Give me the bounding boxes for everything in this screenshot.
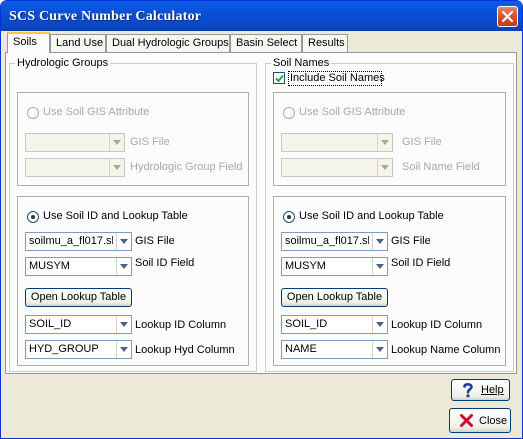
radio-label: Use Soil ID and Lookup Table [299, 210, 444, 222]
group-title: Soil Names [271, 57, 332, 70]
tab-dual-hydrologic-groups[interactable]: Dual Hydrologic Groups [106, 34, 230, 52]
use-soil-gis-attribute-radio[interactable] [27, 107, 39, 119]
chevron-down-icon [372, 233, 387, 250]
soil-name-field-dropdown[interactable] [281, 158, 393, 177]
help-button[interactable]: Help [451, 379, 510, 401]
chevron-down-icon [116, 341, 131, 358]
soil-id-field-dropdown[interactable]: MUSYM [281, 257, 388, 276]
soil-gis-attribute-box: Use Soil GIS Attribute GIS File Hydrolog… [17, 92, 249, 186]
field-label: Lookup Name Column [391, 344, 501, 356]
field-label: Soil ID Field [391, 257, 451, 269]
dialog-window: SCS Curve Number Calculator Soils Land U… [0, 0, 523, 439]
use-soil-gis-attribute-radio[interactable] [283, 107, 295, 119]
chevron-down-icon [116, 233, 131, 250]
gis-file-dropdown[interactable]: soilmu_a_fl017.shp [281, 232, 388, 251]
tab-label: Dual Hydrologic Groups [112, 37, 229, 49]
chevron-down-icon [372, 341, 387, 358]
dropdown-value: HYD_GROUP [29, 343, 99, 355]
dropdown-value: SOIL_ID [29, 318, 72, 330]
hydrologic-groups-group: Hydrologic Groups Use Soil GIS Attribute… [9, 57, 257, 372]
chevron-down-icon [116, 258, 131, 275]
field-label: Lookup ID Column [135, 319, 227, 331]
title-bar[interactable]: SCS Curve Number Calculator [1, 1, 522, 31]
chevron-down-icon [109, 159, 124, 176]
field-label: GIS File [391, 235, 431, 247]
window-title: SCS Curve Number Calculator [9, 9, 202, 24]
lookup-id-column-dropdown[interactable]: SOIL_ID [25, 315, 132, 334]
dropdown-value: SOIL_ID [285, 318, 328, 330]
field-label: GIS File [402, 136, 442, 148]
gis-file-dropdown[interactable]: soilmu_a_fl017.shp [25, 232, 132, 251]
soil-lookup-table-box: Use Soil ID and Lookup Table soilmu_a_fl… [273, 196, 506, 366]
tab-label: Soils [13, 36, 37, 48]
tab-soils[interactable]: Soils [7, 32, 50, 53]
close-icon [502, 11, 513, 22]
tab-results[interactable]: Results [302, 34, 348, 52]
window-close-button[interactable] [497, 6, 518, 27]
soil-gis-attribute-box: Use Soil GIS Attribute GIS File Soil Nam… [273, 92, 506, 186]
tab-land-use[interactable]: Land Use [50, 34, 106, 52]
hydrologic-group-field-dropdown[interactable] [25, 158, 125, 177]
soils-tab-panel: Hydrologic Groups Use Soil GIS Attribute… [5, 52, 517, 374]
button-label: Open Lookup Table [30, 291, 127, 303]
gis-file-dropdown[interactable] [281, 133, 393, 152]
tab-basin-select[interactable]: Basin Select [230, 34, 302, 52]
soil-names-group: Soil Names Include Soil Names Use Soil G… [265, 57, 514, 372]
close-button[interactable]: Close [449, 408, 511, 433]
button-label: Help [481, 384, 504, 396]
dropdown-value: NAME [285, 343, 317, 355]
tab-label: Land Use [56, 37, 104, 49]
radio-label: Use Soil GIS Attribute [299, 106, 406, 118]
tab-label: Basin Select [236, 37, 298, 49]
chevron-down-icon [377, 134, 392, 151]
dropdown-value: soilmu_a_fl017.shp [285, 235, 369, 247]
radio-label: Use Soil GIS Attribute [43, 106, 150, 118]
lookup-name-column-dropdown[interactable]: NAME [281, 340, 388, 359]
field-label: Soil ID Field [135, 257, 195, 269]
chevron-down-icon [372, 258, 387, 275]
lookup-id-column-dropdown[interactable]: SOIL_ID [281, 315, 388, 334]
gis-file-dropdown[interactable] [25, 133, 125, 152]
chevron-down-icon [372, 316, 387, 333]
use-soil-id-lookup-radio[interactable] [283, 211, 295, 223]
chevron-down-icon [109, 134, 124, 151]
field-label: GIS File [135, 235, 175, 247]
field-label: Lookup Hyd Column [135, 344, 235, 356]
group-title: Hydrologic Groups [15, 57, 111, 70]
button-label: Open Lookup Table [286, 291, 383, 303]
tab-label: Results [308, 37, 345, 49]
include-soil-names-checkbox[interactable] [273, 72, 285, 84]
field-label: Soil Name Field [402, 161, 480, 173]
button-label: Close [479, 415, 508, 427]
checkbox-label: Include Soil Names [290, 72, 385, 84]
dropdown-value: MUSYM [285, 260, 326, 272]
field-label: Hydrologic Group Field [130, 161, 243, 173]
lookup-hyd-column-dropdown[interactable]: HYD_GROUP [25, 340, 132, 359]
radio-label: Use Soil ID and Lookup Table [43, 210, 188, 222]
checkmark-icon [275, 74, 284, 82]
question-mark-icon [463, 382, 473, 398]
soil-id-field-dropdown[interactable]: MUSYM [25, 257, 132, 276]
chevron-down-icon [116, 316, 131, 333]
use-soil-id-lookup-radio[interactable] [27, 211, 39, 223]
dropdown-value: MUSYM [29, 260, 70, 272]
chevron-down-icon [377, 159, 392, 176]
field-label: GIS File [130, 136, 170, 148]
dropdown-value: soilmu_a_fl017.shp [29, 235, 113, 247]
open-lookup-table-button[interactable]: Open Lookup Table [25, 288, 132, 307]
soil-lookup-table-box: Use Soil ID and Lookup Table soilmu_a_fl… [17, 196, 249, 366]
open-lookup-table-button[interactable]: Open Lookup Table [281, 288, 388, 307]
field-label: Lookup ID Column [391, 319, 483, 331]
close-icon [460, 414, 473, 427]
